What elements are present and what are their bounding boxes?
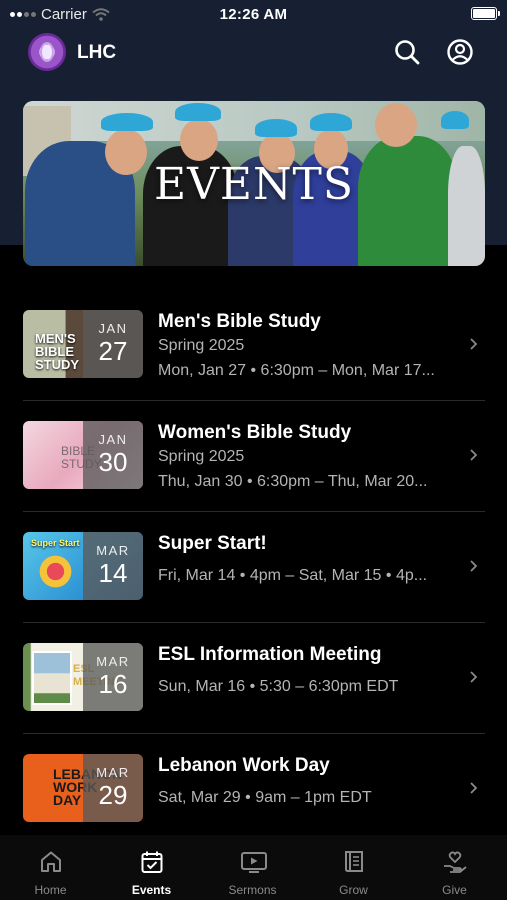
chevron-right-icon (470, 560, 478, 572)
event-subtitle: Spring 2025 (158, 337, 245, 354)
hero-photo-helmet (175, 103, 221, 121)
home-icon (41, 851, 61, 872)
event-date-range: Thu, Jan 30 • 6:30pm – Thu, Mar 20... (158, 473, 428, 490)
event-date-badge: JAN 30 (83, 421, 143, 489)
event-row-super-start[interactable]: Super Start MAR 14 Super Start! Fri, Mar… (0, 512, 507, 623)
tab-label: Give (442, 883, 467, 897)
event-row-womens-bible-study[interactable]: BIBLE STUDY JAN 30 Women's Bible Study S… (0, 401, 507, 512)
tab-label: Sermons (228, 883, 277, 897)
hero-photo-helmet (101, 113, 153, 131)
hero-photo-helmet (441, 111, 469, 129)
hero-photo-face (180, 119, 218, 161)
chevron-right-icon (470, 449, 478, 461)
app-header: LHC (0, 30, 507, 80)
event-day: 27 (98, 336, 128, 366)
tab-sermons[interactable]: Sermons (202, 835, 303, 900)
event-day: 14 (98, 558, 128, 588)
clock: 12:26 AM (219, 6, 288, 23)
profile-icon[interactable] (446, 38, 474, 66)
event-title: ESL Information Meeting (158, 644, 382, 665)
event-thumbnail: ESL MEETING MAR 16 (23, 643, 143, 711)
event-date-badge: JAN 27 (83, 310, 143, 378)
events-hero-banner: EVENTS (23, 101, 485, 266)
tab-grow[interactable]: Grow (303, 835, 404, 900)
event-thumbnail: MEN'S BIBLE STUDY JAN 27 (23, 310, 143, 378)
chevron-right-icon (470, 671, 478, 683)
video-icon (241, 852, 267, 873)
chevron-right-icon (470, 782, 478, 794)
event-title: Men's Bible Study (158, 311, 321, 332)
tab-label: Events (131, 883, 172, 897)
event-title: Lebanon Work Day (158, 755, 330, 776)
event-title: Super Start! (158, 533, 267, 554)
status-bar: Carrier 12:26 AM (0, 0, 507, 30)
event-date-range: Mon, Jan 27 • 6:30pm – Mon, Mar 17... (158, 362, 435, 379)
thumbnail-text: Super Start (31, 538, 80, 548)
hero-photo-face (375, 103, 417, 147)
hero-photo-helmet (310, 113, 352, 131)
event-month: MAR (96, 765, 130, 780)
church-logo[interactable] (28, 33, 66, 71)
event-row-lebanon-work-day[interactable]: LEBANON WORK DAY MAR 29 Lebanon Work Day… (0, 734, 507, 845)
event-day: 29 (98, 780, 128, 810)
event-date-badge: MAR 16 (83, 643, 143, 711)
event-date-range: Fri, Mar 14 • 4pm – Sat, Mar 15 • 4p... (158, 567, 428, 584)
event-thumbnail: LEBANON WORK DAY MAR 29 (23, 754, 143, 822)
chevron-right-icon (470, 338, 478, 350)
thumbnail-graphic (33, 554, 78, 589)
event-title: Women's Bible Study (158, 422, 352, 443)
event-thumbnail: Super Start MAR 14 (23, 532, 143, 600)
event-thumbnail: BIBLE STUDY JAN 30 (23, 421, 143, 489)
event-month: MAR (96, 543, 130, 558)
tab-label: Home (34, 883, 67, 897)
event-date-badge: MAR 29 (83, 754, 143, 822)
hero-title: EVENTS (153, 159, 354, 210)
bottom-tab-bar: Home Events Sermons Grow Give (0, 835, 507, 900)
give-icon (444, 851, 467, 873)
event-date-badge: MAR 14 (83, 532, 143, 600)
thumbnail-church-photo (32, 651, 72, 705)
event-row-esl-information-meeting[interactable]: ESL MEETING MAR 16 ESL Information Meeti… (0, 623, 507, 734)
hero-photo-helmet (255, 119, 297, 137)
book-icon (345, 851, 363, 872)
app-title: LHC (77, 42, 117, 63)
event-month: MAR (96, 654, 130, 669)
tab-home[interactable]: Home (0, 835, 101, 900)
tab-label: Grow (339, 883, 368, 897)
event-date-range: Sat, Mar 29 • 9am – 1pm EDT (158, 789, 372, 806)
event-day: 30 (98, 447, 128, 477)
tab-events[interactable]: Events (101, 835, 202, 900)
event-day: 16 (98, 669, 128, 699)
event-month: JAN (98, 321, 128, 336)
tab-give[interactable]: Give (404, 835, 505, 900)
search-icon[interactable] (393, 38, 421, 66)
calendar-icon (141, 851, 163, 873)
battery-icon (471, 7, 500, 20)
event-row-mens-bible-study[interactable]: MEN'S BIBLE STUDY JAN 27 Men's Bible Stu… (0, 290, 507, 401)
event-date-range: Sun, Mar 16 • 5:30 – 6:30pm EDT (158, 678, 399, 695)
event-month: JAN (98, 432, 128, 447)
event-subtitle: Spring 2025 (158, 448, 245, 465)
